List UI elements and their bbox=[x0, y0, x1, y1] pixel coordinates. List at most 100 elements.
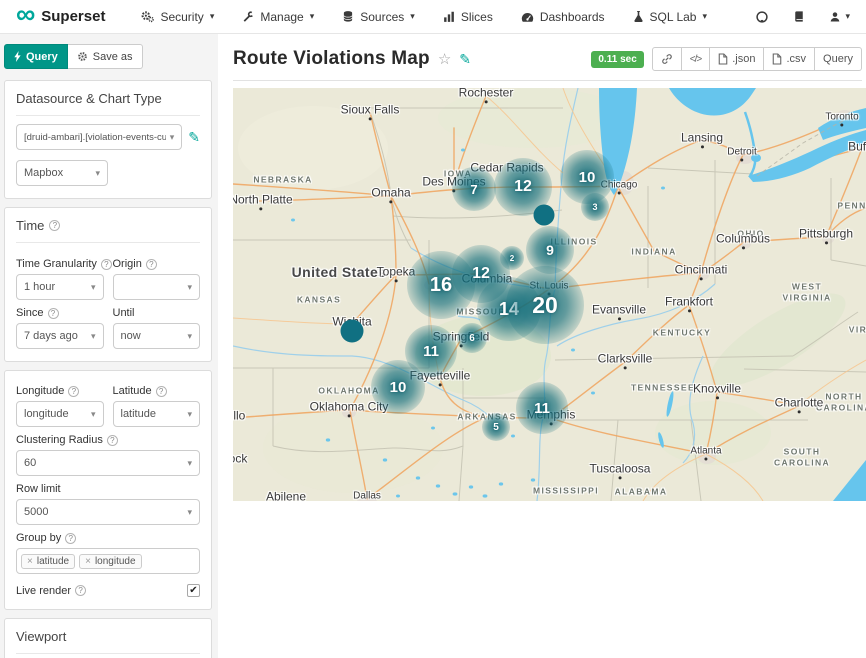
until-select[interactable]: now ▾ bbox=[113, 323, 201, 349]
nav-label: Manage bbox=[260, 10, 303, 24]
viewport-panel: Viewport Default longitude? Default lati… bbox=[4, 618, 212, 658]
map-state-label: TENNESSEE bbox=[631, 382, 695, 393]
github-icon[interactable] bbox=[755, 10, 769, 24]
city-label-text: Abilene bbox=[266, 490, 306, 501]
view-query-code-button[interactable]: </> bbox=[682, 47, 710, 71]
export-csv-button[interactable]: .csv bbox=[764, 47, 815, 71]
latitude-select[interactable]: latitude ▾ bbox=[113, 401, 201, 427]
map-state-label: SOUTH CAROLINA bbox=[774, 447, 830, 470]
city-dot bbox=[825, 242, 828, 245]
help-icon[interactable]: ? bbox=[146, 259, 157, 270]
json-button-label: .json bbox=[732, 53, 755, 65]
map-city-label: Tuscaloosa bbox=[590, 462, 651, 479]
city-dot bbox=[700, 146, 703, 149]
map-cluster[interactable]: 20 bbox=[506, 266, 584, 344]
map-state-label: KENTUCKY bbox=[653, 327, 711, 338]
chevron-down-icon: ▾ bbox=[845, 11, 850, 22]
infinity-logo-icon: ∞ bbox=[16, 1, 35, 28]
live-render-checkbox[interactable]: ✔ bbox=[187, 584, 200, 597]
map-city-label: Lansing bbox=[681, 131, 723, 148]
city-label-text: Knoxville bbox=[693, 382, 741, 395]
chart-type-select[interactable]: Mapbox ▾ bbox=[16, 160, 108, 186]
origin-select[interactable]: ▾ bbox=[113, 274, 201, 300]
nav-item-sql-lab[interactable]: SQL Lab ▾ bbox=[633, 10, 707, 24]
chevron-down-icon: ▾ bbox=[210, 11, 215, 22]
city-label-text: Cincinnati bbox=[675, 263, 728, 276]
longitude-value: longitude bbox=[24, 408, 69, 420]
city-dot bbox=[618, 477, 621, 480]
nav-label: Slices bbox=[461, 10, 493, 24]
group-by-input[interactable]: ×latitude ×longitude bbox=[16, 548, 200, 574]
field-label: Time Granularity bbox=[16, 258, 97, 270]
export-json-button[interactable]: .json bbox=[710, 47, 764, 71]
map-city-label: Atlanta bbox=[690, 446, 721, 461]
map-cluster[interactable]: 10 bbox=[371, 360, 425, 414]
city-label-text: Rochester bbox=[459, 88, 514, 100]
help-icon[interactable]: ? bbox=[107, 435, 118, 446]
city-dot bbox=[394, 280, 397, 283]
bar-chart-icon bbox=[443, 11, 455, 23]
city-dot bbox=[716, 397, 719, 400]
dashboard-icon bbox=[521, 11, 534, 23]
map-cluster[interactable]: 5 bbox=[482, 413, 510, 441]
help-icon[interactable]: ? bbox=[49, 220, 60, 231]
mapbox-viz[interactable]: NEBRASKAIOWAKANSASMISSOURIILLINOISINDIAN… bbox=[233, 88, 866, 501]
help-icon[interactable]: ? bbox=[48, 308, 59, 319]
docs-book-icon[interactable] bbox=[793, 10, 805, 23]
help-icon[interactable]: ? bbox=[75, 585, 86, 596]
map-point-dot[interactable] bbox=[341, 320, 364, 343]
nav-item-sources[interactable]: Sources ▾ bbox=[342, 10, 415, 24]
map-cluster[interactable]: 16 bbox=[407, 251, 475, 319]
field-label: Since bbox=[16, 307, 44, 319]
help-icon[interactable]: ? bbox=[65, 533, 76, 544]
favorite-star-icon[interactable]: ☆ bbox=[438, 50, 451, 68]
edit-datasource-icon[interactable]: ✎ bbox=[188, 130, 200, 144]
latitude-value: latitude bbox=[121, 408, 156, 420]
since-select[interactable]: 7 days ago ▾ bbox=[16, 323, 104, 349]
field-label: Row limit bbox=[16, 483, 61, 495]
nav-label: Dashboards bbox=[540, 10, 605, 24]
help-icon[interactable]: ? bbox=[101, 259, 112, 270]
help-icon[interactable]: ? bbox=[68, 386, 79, 397]
share-link-button[interactable] bbox=[652, 47, 682, 71]
nav-item-dashboards[interactable]: Dashboards bbox=[521, 10, 605, 24]
remove-tag-icon[interactable]: × bbox=[27, 556, 33, 567]
panel-title: Viewport bbox=[16, 629, 200, 654]
map-state-label: PENN bbox=[837, 200, 866, 211]
city-label-text: Sioux Falls bbox=[341, 103, 400, 116]
map-cluster[interactable]: 11 bbox=[516, 382, 568, 434]
edit-title-icon[interactable]: ✎ bbox=[459, 52, 471, 66]
chart-type-value: Mapbox bbox=[24, 167, 63, 179]
save-as-button[interactable]: Save as bbox=[68, 44, 143, 69]
chevron-down-icon: ▾ bbox=[310, 11, 315, 22]
map-cluster[interactable]: 7 bbox=[452, 167, 496, 211]
query-button[interactable]: Query bbox=[4, 44, 68, 69]
city-label-text: Clarksville bbox=[598, 352, 653, 365]
time-granularity-select[interactable]: 1 hour ▾ bbox=[16, 274, 104, 300]
city-dot bbox=[740, 159, 743, 162]
clustering-radius-select[interactable]: 60 ▾ bbox=[16, 450, 200, 476]
help-icon[interactable]: ? bbox=[156, 386, 167, 397]
remove-tag-icon[interactable]: × bbox=[85, 556, 91, 567]
city-dot bbox=[797, 411, 800, 414]
map-cluster[interactable]: 3 bbox=[581, 193, 609, 221]
nav-item-security[interactable]: Security ▾ bbox=[141, 10, 214, 24]
map-cluster[interactable]: 6 bbox=[457, 323, 487, 353]
field-label: Clustering Radius bbox=[16, 434, 103, 446]
city-dot bbox=[369, 118, 372, 121]
row-limit-select[interactable]: 5000 ▾ bbox=[16, 499, 200, 525]
city-dot bbox=[699, 278, 702, 281]
superset-logo[interactable]: ∞ Superset bbox=[16, 5, 105, 28]
save-as-button-label: Save as bbox=[93, 51, 133, 63]
nav-item-slices[interactable]: Slices bbox=[443, 10, 493, 24]
nav-item-manage[interactable]: Manage ▾ bbox=[242, 10, 314, 24]
query-action-button[interactable]: Query bbox=[815, 47, 862, 71]
map-point-dot[interactable] bbox=[534, 205, 555, 226]
brand-name: Superset bbox=[41, 8, 105, 25]
map-city-label: Detroit bbox=[727, 147, 756, 162]
map-city-label: Clarksville bbox=[598, 352, 653, 369]
query-action-label: Query bbox=[823, 53, 853, 65]
datasource-select[interactable]: [druid-ambari].[violation-events-cube] ▾ bbox=[16, 124, 182, 150]
longitude-select[interactable]: longitude ▾ bbox=[16, 401, 104, 427]
user-menu[interactable]: ▾ bbox=[829, 11, 850, 23]
